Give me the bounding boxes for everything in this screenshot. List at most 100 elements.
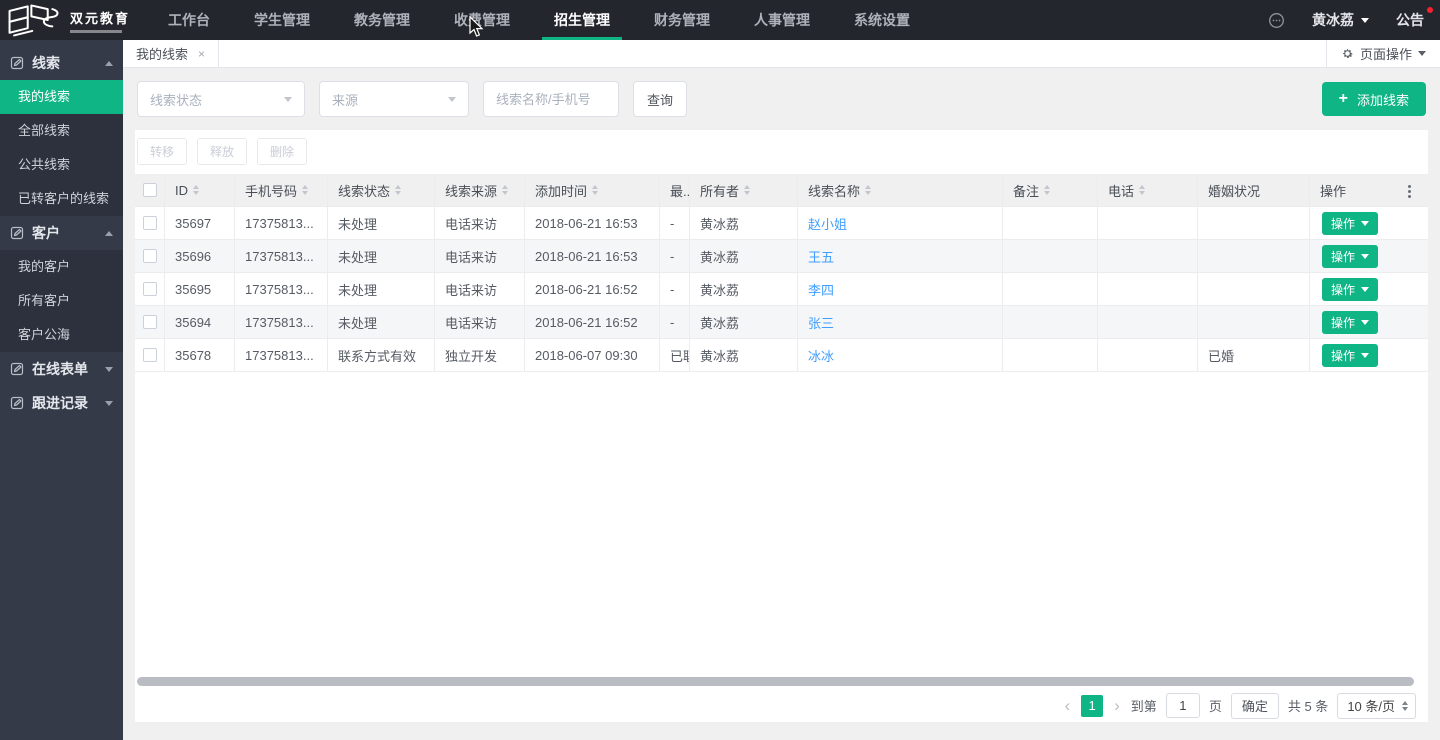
bulk-action-button[interactable]: 转移	[137, 138, 187, 165]
cell-owner: 黄冰荔	[690, 207, 798, 240]
sidebar-item[interactable]: 所有客户	[0, 284, 123, 318]
column-header-added[interactable]: 添加时间	[525, 174, 660, 207]
lead-name-link[interactable]: 王五	[798, 240, 1003, 273]
table-row: 3567817375813...联系方式有效独立开发2018-06-07 09:…	[135, 339, 1428, 372]
row-checkbox-cell	[135, 306, 165, 339]
sidebar-nav: 线索 我的线索全部线索公共线索已转客户的线索 客户 我的客户所有客户客户公海	[0, 40, 123, 740]
sidebar-section-header[interactable]: 线索	[0, 46, 123, 80]
bulk-action-button[interactable]: 释放	[197, 138, 247, 165]
sidebar-item[interactable]: 已转客户的线索	[0, 182, 123, 216]
form-icon	[10, 226, 24, 240]
lead-name-link[interactable]: 李四	[798, 273, 1003, 306]
sidebar-section-header[interactable]: 客户	[0, 216, 123, 250]
app-title: 双元教育	[70, 8, 130, 27]
sidebar-section-header[interactable]: 在线表单	[0, 352, 123, 386]
select-all-checkbox[interactable]	[143, 183, 157, 197]
top-nav-item[interactable]: 教务管理	[340, 0, 424, 40]
lead-name-link[interactable]: 赵小姐	[798, 207, 1003, 240]
column-header-owner[interactable]: 所有者	[690, 174, 798, 207]
top-nav-item[interactable]: 人事管理	[740, 0, 824, 40]
table-empty-space	[135, 372, 1428, 675]
tab-my-leads[interactable]: 我的线索 ×	[123, 40, 219, 67]
row-checkbox[interactable]	[143, 282, 157, 296]
column-header-name[interactable]: 线索名称	[798, 174, 1003, 207]
top-nav-item[interactable]: 系统设置	[840, 0, 924, 40]
sort-icon[interactable]	[744, 185, 750, 195]
message-icon[interactable]	[1268, 12, 1285, 29]
column-header-tel[interactable]: 电话	[1098, 174, 1198, 207]
cell-status: 未处理	[328, 306, 435, 339]
column-header-source[interactable]: 线索来源	[435, 174, 525, 207]
column-settings-icon[interactable]	[1408, 185, 1411, 198]
cell-owner: 黄冰荔	[690, 339, 798, 372]
top-nav-item[interactable]: 工作台	[154, 0, 224, 40]
sort-icon[interactable]	[1044, 185, 1050, 195]
top-nav-item[interactable]: 招生管理	[540, 0, 624, 40]
cell-marital: 已婚	[1198, 339, 1310, 372]
top-nav-item[interactable]: 收费管理	[440, 0, 524, 40]
cell-id: 35695	[165, 273, 235, 306]
chevron-down-icon	[1361, 18, 1369, 23]
cell-status: 未处理	[328, 273, 435, 306]
column-header-id[interactable]: ID	[165, 174, 235, 207]
row-action-button[interactable]: 操作	[1322, 311, 1378, 334]
bulk-action-button[interactable]: 删除	[257, 138, 307, 165]
lead-source-select[interactable]: 来源	[319, 81, 469, 117]
lead-status-select[interactable]: 线索状态	[137, 81, 305, 117]
cell-id: 35678	[165, 339, 235, 372]
user-menu[interactable]: 黄冰荔	[1312, 10, 1369, 30]
goto-page-input[interactable]	[1166, 693, 1200, 718]
cell-added: 2018-06-07 09:30	[525, 339, 660, 372]
cell-remark	[1003, 273, 1098, 306]
close-icon[interactable]: ×	[198, 47, 205, 61]
sidebar-item[interactable]: 我的客户	[0, 250, 123, 284]
announcement-link[interactable]: 公告	[1396, 10, 1424, 30]
row-action-button[interactable]: 操作	[1322, 344, 1378, 367]
prev-page-icon[interactable]: ‹	[1062, 697, 1072, 714]
page-size-select[interactable]: 10 条/页	[1337, 693, 1416, 719]
column-header-remark[interactable]: 备注	[1003, 174, 1098, 207]
logo-tagline	[70, 30, 122, 33]
horizontal-scrollbar[interactable]	[137, 677, 1414, 686]
cell-status: 联系方式有效	[328, 339, 435, 372]
row-checkbox[interactable]	[143, 348, 157, 362]
sort-icon[interactable]	[302, 185, 308, 195]
sort-icon[interactable]	[1139, 185, 1145, 195]
sort-icon[interactable]	[193, 185, 199, 195]
row-checkbox[interactable]	[143, 315, 157, 329]
lead-name-link[interactable]: 冰冰	[798, 339, 1003, 372]
sidebar-section-header[interactable]: 跟进记录	[0, 386, 123, 420]
cell-last: 已联系	[660, 339, 690, 372]
keyword-input[interactable]	[483, 81, 619, 117]
sidebar-item[interactable]: 我的线索	[0, 80, 123, 114]
sort-icon[interactable]	[592, 185, 598, 195]
top-nav-item[interactable]: 财务管理	[640, 0, 724, 40]
column-header-status[interactable]: 线索状态	[328, 174, 435, 207]
sort-icon[interactable]	[502, 185, 508, 195]
sidebar-item[interactable]: 全部线索	[0, 114, 123, 148]
row-action-button[interactable]: 操作	[1322, 212, 1378, 235]
row-checkbox[interactable]	[143, 216, 157, 230]
sidebar-section: 在线表单	[0, 352, 123, 386]
search-button[interactable]: 查询	[633, 81, 687, 117]
sort-icon[interactable]	[395, 185, 401, 195]
add-lead-button[interactable]: + 添加线索	[1322, 82, 1426, 116]
top-nav-item[interactable]: 学生管理	[240, 0, 324, 40]
next-page-icon[interactable]: ›	[1112, 697, 1122, 714]
page-operations-button[interactable]: 页面操作	[1326, 40, 1440, 67]
row-action-button[interactable]: 操作	[1322, 245, 1378, 268]
sidebar-item[interactable]: 客户公海	[0, 318, 123, 352]
column-header-phone[interactable]: 手机号码	[235, 174, 328, 207]
confirm-page-button[interactable]: 确定	[1231, 693, 1279, 719]
current-page-button[interactable]: 1	[1081, 695, 1103, 717]
filter-bar: 线索状态 来源 查询 + 添加线索	[123, 68, 1440, 130]
lead-name-link[interactable]: 张三	[798, 306, 1003, 339]
row-checkbox[interactable]	[143, 249, 157, 263]
row-action-button[interactable]: 操作	[1322, 278, 1378, 301]
row-action-cell: 操作	[1310, 273, 1428, 306]
row-action-cell: 操作	[1310, 207, 1428, 240]
section-caret-icon	[105, 367, 113, 372]
sort-icon[interactable]	[865, 185, 871, 195]
sidebar-item[interactable]: 公共线索	[0, 148, 123, 182]
sidebar-section: 线索 我的线索全部线索公共线索已转客户的线索	[0, 46, 123, 216]
